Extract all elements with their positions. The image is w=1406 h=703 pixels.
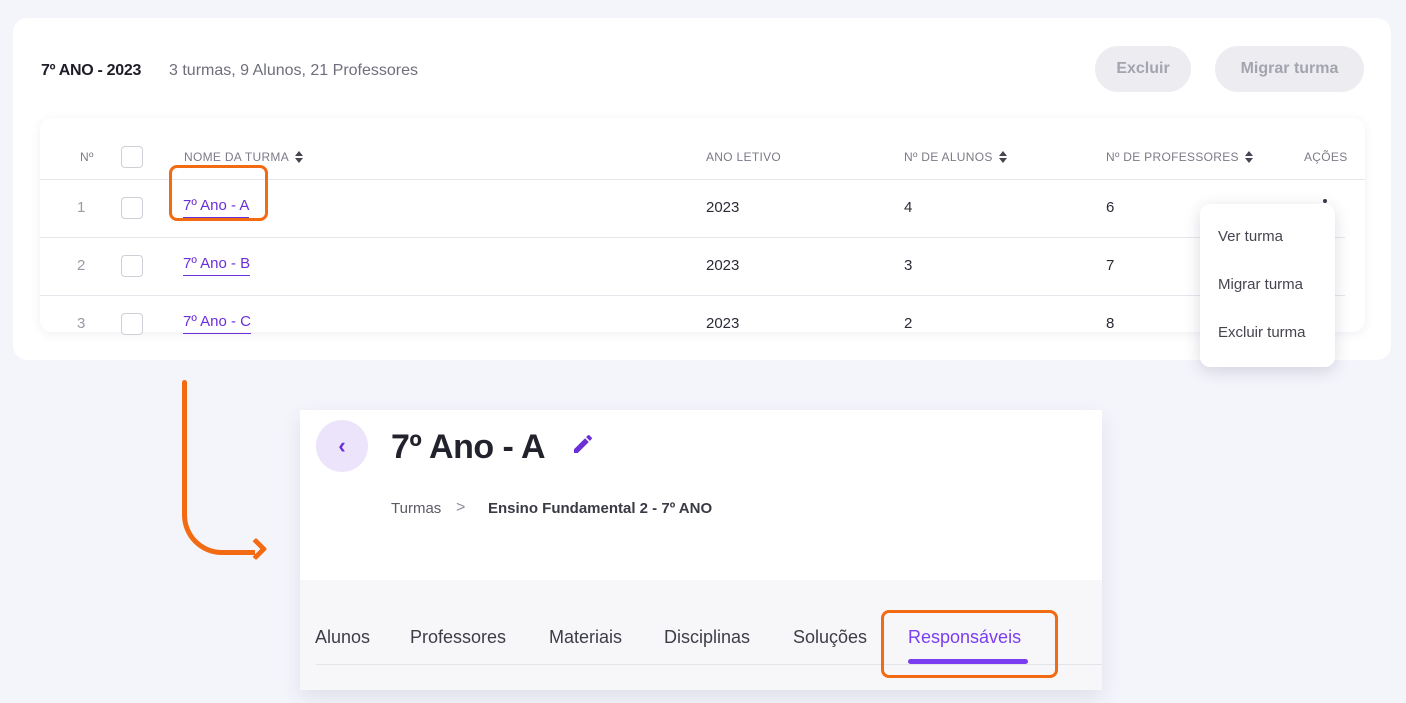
year-title: 7º ANO - 2023 [41,62,142,79]
row-students: 3 [904,257,913,274]
tab-responsaveis[interactable]: Responsáveis [908,627,1021,648]
col-header-name[interactable]: NOME DA TURMA [184,150,304,164]
breadcrumb-chevron-icon: > [456,499,466,516]
col-header-year: ANO LETIVO [706,150,782,164]
tabs-divider [316,664,1102,665]
row-actions-menu: Ver turma Migrar turma Excluir turma [1200,204,1335,367]
detail-header: ‹ 7º Ano - A Turmas > Ensino Fundamental… [300,410,1102,580]
back-button[interactable]: ‹ [316,420,368,472]
year-summary: 3 turmas, 9 Alunos, 21 Professores [169,62,419,79]
row-number: 3 [77,315,86,332]
row-students: 2 [904,315,913,332]
row-checkbox[interactable] [121,197,143,219]
row-checkbox[interactable] [121,255,143,277]
col-header-actions: AÇÕES [1304,150,1348,164]
class-list-panel: 7º ANO - 2023 3 turmas, 9 Alunos, 21 Pro… [13,18,1391,360]
row-teachers: 6 [1106,199,1115,216]
tab-professores[interactable]: Professores [410,627,506,648]
class-link[interactable]: 7º Ano - B [183,255,251,276]
row-checkbox[interactable] [121,313,143,335]
row-students: 4 [904,199,913,216]
row-year: 2023 [706,315,740,332]
row-year: 2023 [706,199,740,216]
classes-table: Nº NOME DA TURMA ANO LETIVO Nº DE ALUNOS… [40,118,1365,335]
row-year: 2023 [706,257,740,274]
tab-alunos[interactable]: Alunos [315,627,370,648]
table-row: 3 7º Ano - C 2023 2 8 [40,296,1345,354]
class-title: 7º Ano - A [391,428,546,466]
tab-disciplinas[interactable]: Disciplinas [664,627,750,648]
pencil-icon[interactable] [571,432,595,456]
menu-item-delete-class[interactable]: Excluir turma [1218,324,1306,341]
class-detail-panel: ‹ 7º Ano - A Turmas > Ensino Fundamental… [300,410,1102,690]
sort-icon[interactable] [1244,151,1254,163]
row-number: 1 [77,199,86,216]
migrate-class-button[interactable]: Migrar turma [1215,46,1364,92]
col-header-students[interactable]: Nº DE ALUNOS [904,150,1008,164]
class-link[interactable]: 7º Ano - A [183,197,250,218]
col-header-number: Nº [80,150,94,164]
delete-button[interactable]: Excluir [1095,46,1191,92]
table-row: 1 7º Ano - A 2023 4 6 [40,180,1345,238]
sort-icon[interactable] [998,151,1008,163]
row-number: 2 [77,257,86,274]
row-teachers: 8 [1106,315,1115,332]
back-chevron-icon: ‹ [338,433,346,458]
tab-materiais[interactable]: Materiais [549,627,622,648]
menu-item-migrate-class[interactable]: Migrar turma [1218,276,1303,293]
tab-solucoes[interactable]: Soluções [793,627,867,648]
menu-item-view-class[interactable]: Ver turma [1218,228,1283,245]
breadcrumb-current: Ensino Fundamental 2 - 7º ANO [488,500,713,517]
row-teachers: 7 [1106,257,1115,274]
class-link[interactable]: 7º Ano - C [183,313,252,334]
col-header-teachers[interactable]: Nº DE PROFESSORES [1106,150,1254,164]
sort-icon[interactable] [295,151,304,163]
breadcrumb-root[interactable]: Turmas [391,500,441,517]
select-all-checkbox[interactable] [121,146,143,168]
table-row: 2 7º Ano - B 2023 3 7 [40,238,1345,296]
